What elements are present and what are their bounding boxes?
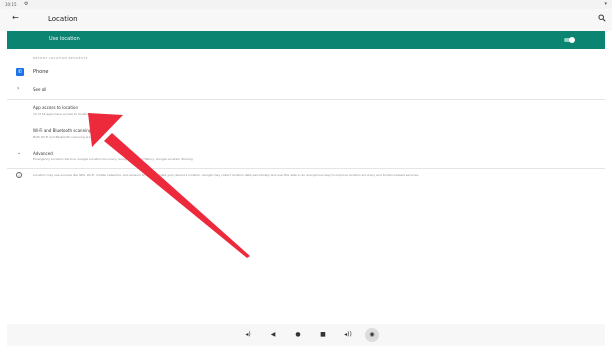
gear-icon: ⚙ bbox=[24, 1, 29, 7]
page-title: Location bbox=[48, 15, 78, 23]
wifi-icon: ▾ bbox=[604, 1, 607, 7]
android-location-settings: 10:15 ⚙ ▾ ← Location Use location RECENT… bbox=[0, 0, 612, 346]
scanning-summary: Both Wi-Fi and Bluetooth scanning are on bbox=[33, 135, 96, 139]
footer-text: Location may use sources like GPS, Wi-Fi… bbox=[33, 173, 419, 177]
use-location-label: Use location bbox=[49, 36, 80, 42]
navigation-bar: ◂) ◀ ● ■ ◂)) ◉ bbox=[7, 324, 605, 346]
app-access-title: App access to location bbox=[33, 105, 78, 110]
status-bar: 10:15 ⚙ ▾ bbox=[0, 0, 612, 9]
advanced-section[interactable]: ⌄ Advanced Emergency Location Service, G… bbox=[7, 147, 605, 167]
see-all-label: See all bbox=[33, 87, 47, 92]
info-icon: i bbox=[16, 172, 22, 178]
volume-up-icon[interactable]: ◂)) bbox=[343, 330, 353, 340]
use-location-toggle[interactable] bbox=[563, 37, 575, 43]
recents-icon[interactable]: ■ bbox=[318, 330, 328, 340]
advanced-summary: Emergency Location Service, Google Locat… bbox=[33, 157, 193, 161]
recent-app-label: Phone bbox=[33, 69, 49, 75]
use-location-switch-row[interactable]: Use location bbox=[7, 31, 605, 49]
recent-requests-header: RECENT LOCATION REQUESTS bbox=[33, 56, 88, 60]
wifi-bluetooth-scanning[interactable]: Wi-Fi and Bluetooth scanning Both Wi-Fi … bbox=[7, 124, 605, 146]
chevron-down-icon: ⌄ bbox=[17, 150, 22, 156]
chevron-right-icon: › bbox=[17, 85, 20, 92]
arrow-back-icon[interactable]: ← bbox=[12, 13, 19, 22]
status-time: 10:15 bbox=[5, 2, 17, 7]
screenshot-icon[interactable]: ◉ bbox=[365, 328, 379, 342]
recent-app-phone[interactable]: ✆ Phone bbox=[7, 64, 605, 81]
divider bbox=[7, 99, 605, 100]
location-footer: i Location may use sources like GPS, Wi-… bbox=[7, 170, 605, 182]
phone-icon: ✆ bbox=[16, 68, 24, 76]
app-access-to-location[interactable]: App access to location 14 of 14 apps hav… bbox=[7, 101, 605, 123]
volume-down-icon[interactable]: ◂) bbox=[243, 330, 253, 340]
app-bar: ← Location bbox=[0, 9, 612, 31]
advanced-title: Advanced bbox=[33, 151, 53, 156]
scanning-title: Wi-Fi and Bluetooth scanning bbox=[33, 128, 92, 133]
divider bbox=[7, 168, 605, 169]
search-icon[interactable] bbox=[598, 14, 606, 22]
see-all-row[interactable]: › See all bbox=[7, 82, 605, 98]
app-access-summary: 14 of 14 apps have access to location bbox=[33, 112, 90, 116]
toggle-thumb bbox=[569, 37, 575, 43]
back-icon[interactable]: ◀ bbox=[268, 330, 278, 340]
home-icon[interactable]: ● bbox=[293, 330, 303, 340]
